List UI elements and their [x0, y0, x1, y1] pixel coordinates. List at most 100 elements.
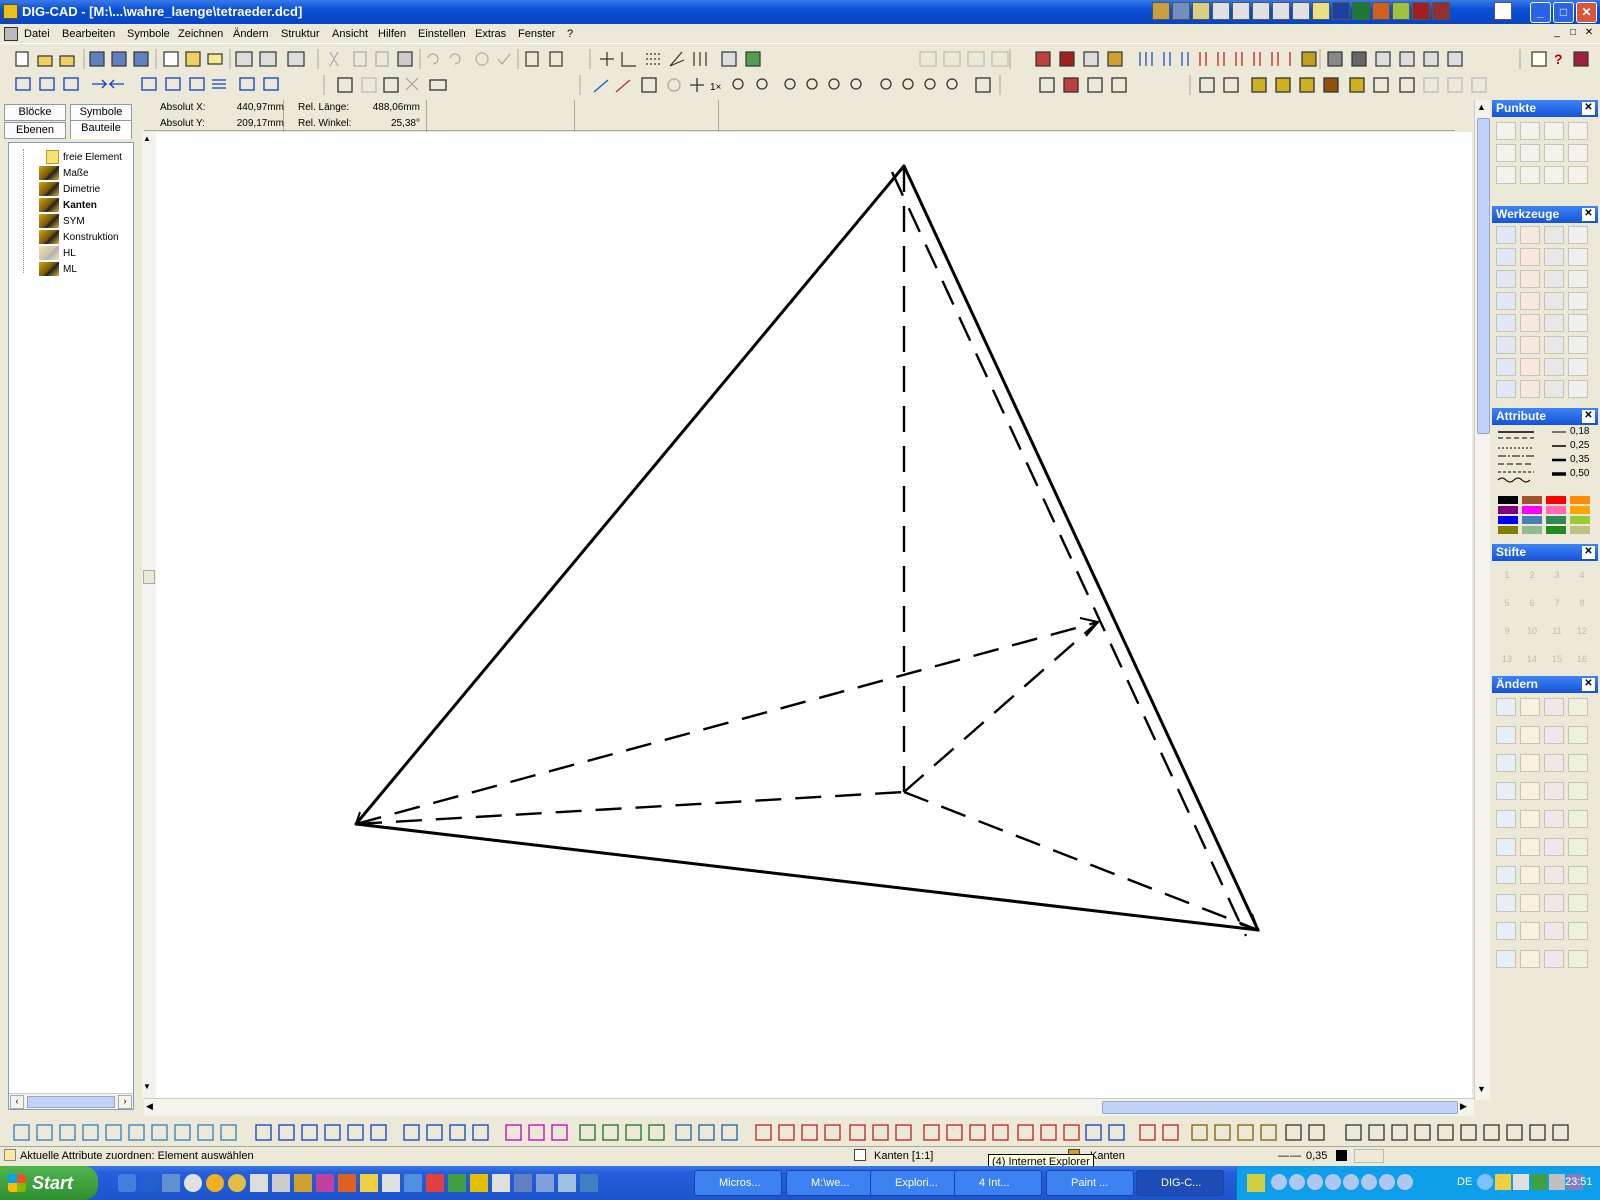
point-tool-icon[interactable]: [1496, 144, 1516, 162]
clock[interactable]: 23:51: [1565, 1176, 1593, 1188]
media-button-icon[interactable]: [1307, 1174, 1323, 1190]
color-swatch[interactable]: [1546, 516, 1566, 524]
pen-button[interactable]: 4: [1571, 564, 1593, 586]
draw-tool-icon[interactable]: [1496, 226, 1516, 244]
canvas-left-ruler[interactable]: ▲ ▼: [142, 132, 156, 1098]
media-button-icon[interactable]: [1289, 1174, 1305, 1190]
draw-tool-icon[interactable]: [1568, 292, 1588, 310]
tree-item[interactable]: freie Element: [39, 149, 122, 165]
ellipse-tool-icon[interactable]: [675, 1124, 692, 1141]
tree-item[interactable]: Konstruktion: [39, 229, 119, 245]
construct-icon[interactable]: [472, 1124, 489, 1141]
modify-tool-icon[interactable]: [1520, 950, 1540, 968]
modify-tool-icon[interactable]: [1520, 698, 1540, 716]
scroll-down-icon[interactable]: ▼: [143, 1082, 151, 1091]
app-icon[interactable]: [536, 1174, 554, 1192]
modify-tool-icon[interactable]: [1568, 838, 1588, 856]
dimension-icon[interactable]: [872, 1124, 889, 1141]
modify-tool-icon[interactable]: [1568, 894, 1588, 912]
app-icon[interactable]: [1152, 2, 1170, 20]
draw-tool-icon[interactable]: [1520, 358, 1540, 376]
dimension-icon[interactable]: [801, 1124, 818, 1141]
arc-tool-icon[interactable]: [579, 1124, 596, 1141]
tab-bloecke[interactable]: Blöcke: [4, 104, 66, 121]
mail-icon[interactable]: [1212, 2, 1230, 20]
modify-tool-icon[interactable]: [1568, 810, 1588, 828]
misc-tool-icon[interactable]: [1552, 1124, 1569, 1141]
calendar-icon[interactable]: [1232, 2, 1250, 20]
line-tool-icon[interactable]: [324, 1124, 341, 1141]
line-tool-icon[interactable]: [370, 1124, 387, 1141]
palette-aendern-header[interactable]: Ändern ✕: [1492, 676, 1598, 693]
draw-tool-icon[interactable]: [1496, 270, 1516, 288]
draw-tool-icon[interactable]: [1568, 336, 1588, 354]
media-button-icon[interactable]: [1361, 1174, 1377, 1190]
switch-icon[interactable]: [1494, 2, 1512, 20]
palette-punkte-header[interactable]: Punkte ✕: [1492, 100, 1598, 117]
menu-aendern[interactable]: Ändern: [233, 28, 268, 40]
tree-item[interactable]: ML: [39, 261, 77, 277]
line-width-label[interactable]: 0,35: [1570, 454, 1589, 465]
construct-icon[interactable]: [449, 1124, 466, 1141]
modify-tool-icon[interactable]: [1496, 726, 1516, 744]
app-icon[interactable]: [492, 1174, 510, 1192]
tab-bauteile[interactable]: Bauteile: [70, 120, 132, 139]
app-icon[interactable]: [338, 1174, 356, 1192]
color-swatch[interactable]: [1546, 526, 1566, 534]
scroll-thumb[interactable]: [1477, 118, 1490, 434]
tree-item[interactable]: Dimetrie: [39, 181, 100, 197]
menu-ansicht[interactable]: Ansicht: [332, 28, 368, 40]
pen-button[interactable]: 5: [1496, 592, 1518, 614]
app-icon[interactable]: [580, 1174, 598, 1192]
word-icon[interactable]: [1332, 2, 1350, 20]
access-icon[interactable]: [1412, 2, 1430, 20]
line-width-label[interactable]: 0,25: [1570, 440, 1589, 451]
document-icon[interactable]: [4, 27, 18, 41]
misc-tool-icon[interactable]: [1483, 1124, 1500, 1141]
draw-tool-icon[interactable]: [1544, 358, 1564, 376]
tab-ebenen[interactable]: Ebenen: [4, 122, 66, 139]
3d-view-icon[interactable]: [105, 1124, 122, 1141]
close-icon[interactable]: ✕: [1582, 208, 1595, 221]
app-icon[interactable]: [162, 1174, 180, 1192]
modify-tool-icon[interactable]: [1496, 894, 1516, 912]
color-swatch[interactable]: [1522, 506, 1542, 514]
tree-item[interactable]: Kanten: [39, 197, 97, 213]
palette-stifte-header[interactable]: Stifte ✕: [1492, 544, 1598, 561]
draw-tool-icon[interactable]: [1520, 336, 1540, 354]
menu-symbole[interactable]: Symbole: [127, 28, 170, 40]
color-swatch[interactable]: [1522, 496, 1542, 504]
mdi-close-button[interactable]: ✕: [1582, 27, 1596, 38]
angle-icon[interactable]: [1085, 1124, 1102, 1141]
misc-tool-icon[interactable]: [1368, 1124, 1385, 1141]
tree-item[interactable]: Maße: [39, 165, 89, 181]
text-tool-icon[interactable]: [1308, 1124, 1325, 1141]
symbol-icon[interactable]: [1191, 1124, 1208, 1141]
close-icon[interactable]: ✕: [1582, 410, 1595, 423]
modify-tool-icon[interactable]: [1544, 754, 1564, 772]
color-swatch[interactable]: [1498, 496, 1518, 504]
point-tool-icon[interactable]: [1520, 166, 1540, 184]
modify-tool-icon[interactable]: [1496, 838, 1516, 856]
scroll-left-icon[interactable]: ◀: [146, 1101, 153, 1112]
modify-tool-icon[interactable]: [1496, 782, 1516, 800]
modify-tool-icon[interactable]: [1568, 782, 1588, 800]
task-button[interactable]: 4 Int...: [954, 1170, 1042, 1196]
draw-tool-icon[interactable]: [1544, 292, 1564, 310]
close-icon[interactable]: ✕: [1582, 102, 1595, 115]
app-icon[interactable]: [206, 1174, 224, 1192]
draw-tool-icon[interactable]: [1568, 314, 1588, 332]
modify-tool-icon[interactable]: [1544, 698, 1564, 716]
dimension-icon[interactable]: [849, 1124, 866, 1141]
help-icon[interactable]: [1477, 1174, 1493, 1190]
scroll-right-icon[interactable]: ▶: [1460, 1101, 1467, 1112]
media-button-icon[interactable]: [1379, 1174, 1395, 1190]
palette-attribute-header[interactable]: Attribute ✕: [1492, 408, 1598, 425]
status-layer[interactable]: Kanten [1:1]: [874, 1150, 933, 1162]
draw-tool-icon[interactable]: [1520, 248, 1540, 266]
line-tool-icon[interactable]: [301, 1124, 318, 1141]
color-swatch[interactable]: [1570, 526, 1590, 534]
3d-view-icon[interactable]: [220, 1124, 237, 1141]
draw-tool-icon[interactable]: [1544, 226, 1564, 244]
circle-tool-icon[interactable]: [505, 1124, 522, 1141]
